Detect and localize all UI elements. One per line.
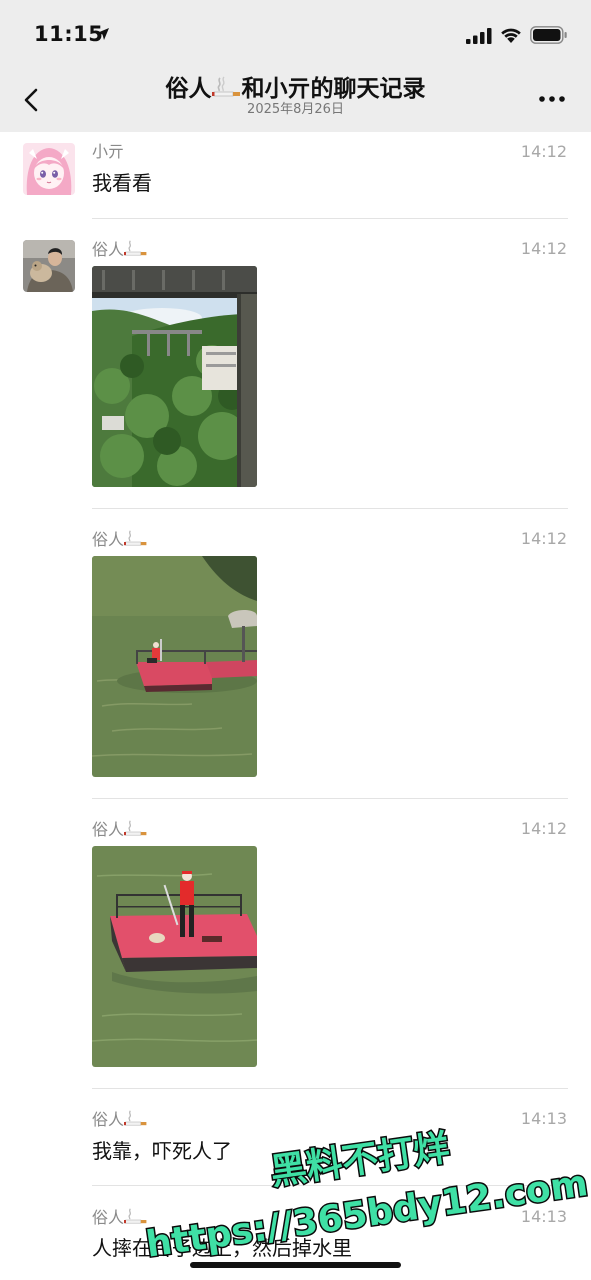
wifi-icon <box>501 28 521 43</box>
photo-man-on-raft[interactable] <box>92 846 257 1067</box>
title-suffix: 和小亓的聊天记录 <box>241 76 426 102</box>
message-time: 14:12 <box>520 819 567 838</box>
photo-bridge-hillside[interactable] <box>92 266 257 487</box>
chat-message: 俗人 14:13 我靠，吓死人了 <box>0 1107 591 1187</box>
location-arrow-icon <box>97 28 109 40</box>
message-divider <box>92 1088 568 1089</box>
message-sender: 俗人 <box>92 239 148 260</box>
cigarette-emoji-icon <box>124 1208 147 1224</box>
message-divider <box>92 1185 568 1186</box>
message-time: 14:12 <box>520 529 567 548</box>
message-time: 14:13 <box>520 1207 567 1226</box>
chat-message: 俗人 14:12 <box>0 817 591 1089</box>
message-divider <box>92 508 568 509</box>
more-icon[interactable] <box>538 92 566 106</box>
title-contact-name: 俗人 <box>165 76 212 102</box>
message-divider <box>92 218 568 219</box>
battery-icon <box>530 26 567 44</box>
page-title: 俗人 和小亓的聊天记录 <box>90 74 501 104</box>
bridge-and-hillside-photo <box>92 266 257 487</box>
cigarette-emoji-icon <box>124 240 147 256</box>
message-time: 14:12 <box>520 142 567 161</box>
message-sender: 俗人 <box>92 819 148 840</box>
chat-message: 俗人 14:12 <box>0 527 591 799</box>
header-date: 2025年8月26日 <box>247 102 344 117</box>
message-text[interactable]: 我看看 <box>92 170 152 196</box>
message-sender: 小亓 <box>92 142 125 161</box>
header-title-block: 俗人 和小亓的聊天记录 2025年8月26日 <box>90 74 501 118</box>
message-sender: 俗人 <box>92 1207 148 1228</box>
message-divider <box>92 798 568 799</box>
anime-girl-avatar-image <box>23 143 75 195</box>
message-sender: 俗人 <box>92 529 148 550</box>
message-text[interactable]: 我靠，吓死人了 <box>92 1138 232 1164</box>
chevron-left-icon[interactable] <box>18 84 46 116</box>
message-time: 14:13 <box>520 1109 567 1128</box>
chat-message: 小亓 14:12 我看看 <box>0 140 591 220</box>
chat-history-header: 俗人 和小亓的聊天记录 2025年8月26日 <box>0 68 591 132</box>
status-bar: 11:15 <box>0 0 591 68</box>
cigarette-emoji-icon <box>124 820 147 836</box>
home-indicator[interactable] <box>190 1262 401 1268</box>
red-raft-on-river-photo <box>92 556 257 777</box>
cellular-signal-icon <box>466 28 492 44</box>
avatar-suren[interactable] <box>23 240 75 292</box>
message-text[interactable]: 人摔在台子边上，然后掉水里 <box>92 1235 352 1261</box>
man-on-red-raft-photo <box>92 846 257 1067</box>
cigarette-emoji-icon <box>124 530 147 546</box>
message-time: 14:12 <box>520 239 567 258</box>
avatar-xiaoqi[interactable] <box>23 143 75 195</box>
status-time: 11:15 <box>34 22 104 46</box>
cigarette-emoji-icon <box>211 76 240 97</box>
man-with-dog-avatar-image <box>23 240 75 292</box>
photo-red-raft[interactable] <box>92 556 257 777</box>
chat-message: 俗人 14:12 <box>0 237 591 509</box>
message-sender: 俗人 <box>92 1109 148 1130</box>
cigarette-emoji-icon <box>124 1110 147 1126</box>
